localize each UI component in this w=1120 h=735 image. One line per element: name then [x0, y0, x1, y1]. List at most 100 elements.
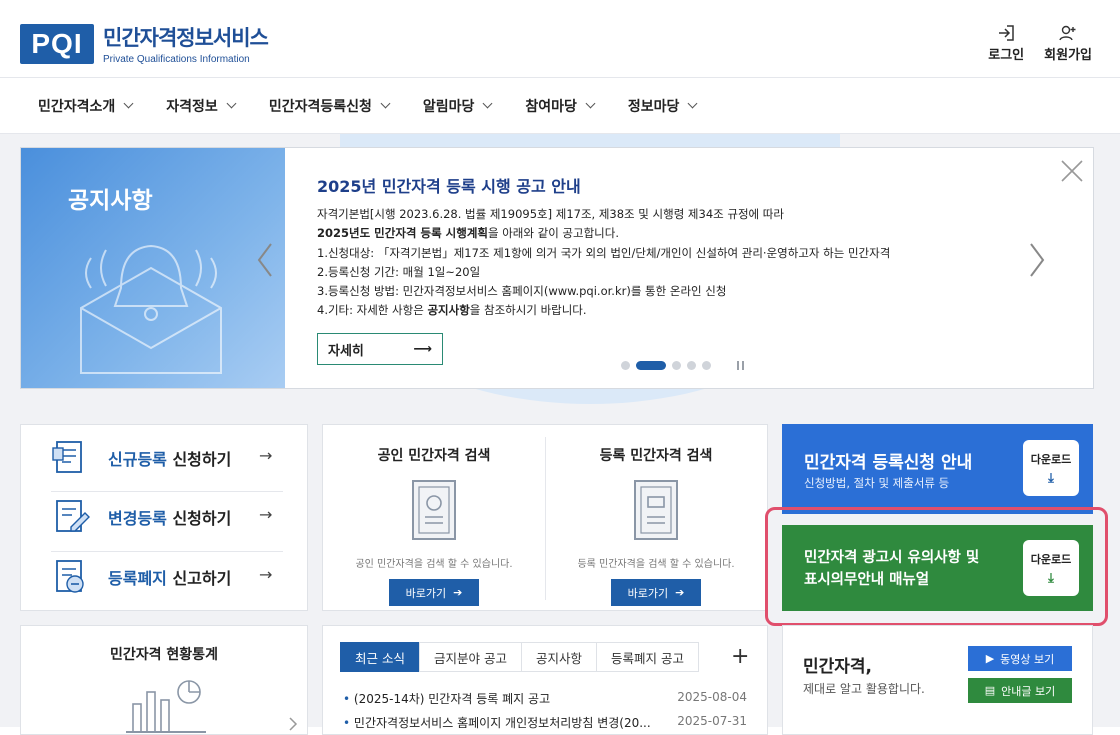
arrow-right-icon: → [259, 505, 273, 524]
more-button[interactable]: 자세히 ⟶ [317, 333, 443, 365]
download-guide-button[interactable]: 다운로드 ⤓ [1023, 440, 1079, 496]
chevron-down-icon [123, 98, 134, 109]
document-certificate-icon [634, 480, 678, 540]
slide-dot-active[interactable] [636, 361, 666, 370]
registration-guide-title: 민간자격 등록신청 안내 [804, 453, 973, 473]
search-card: 공인 민간자격 검색 공인 민간자격을 검색 할 수 있습니다. 바로가기 ➔ 등… [322, 424, 768, 611]
list-item[interactable]: 민간자격정보서비스 홈페이지 개인정보처리방침 변경(20... 2025-07… [343, 714, 747, 731]
cancel-registration-link[interactable]: 등록폐지 신고하기 → [51, 557, 281, 597]
slide-dot[interactable] [687, 361, 696, 370]
slide-dot[interactable] [702, 361, 711, 370]
notice-banner: 공지사항 2025년 민간자격 등록 시행 공고 안내 자격기본법[시행 202… [20, 147, 1094, 389]
utility-subtitle: 제대로 알고 활용합니다. [803, 682, 925, 696]
certified-search-desc: 공인 민간자격을 검색 할 수 있습니다. [355, 559, 513, 570]
login-label: 로그인 [988, 48, 1025, 63]
notice-body: 자격기본법[시행 2023.6.28. 법률 제19095호] 제17조, 제3… [317, 205, 890, 321]
document-edit-icon [56, 500, 90, 532]
bell-envelope-icon [80, 244, 222, 374]
user-add-icon [1058, 22, 1078, 44]
registration-guide-panel: 민간자격 등록신청 안내 신청방법, 절차 및 제출서류 등 다운로드 ⤓ [782, 424, 1093, 514]
change-registration-link[interactable]: 변경등록 신청하기 → [51, 497, 281, 537]
notice-line: 3.등록신청 방법: 민간자격정보서비스 홈페이지(www.pqi.or.kr)… [317, 284, 727, 299]
registered-search: 등록 민간자격 검색 등록 민간자격을 검색 할 수 있습니다. 바로가기 ➔ [545, 425, 767, 614]
site-logo[interactable]: PQI 민간자격정보서비스 Private Qualifications Inf… [20, 22, 269, 65]
stats-card[interactable]: 민간자격 현황통계 [20, 625, 308, 735]
chevron-down-icon [585, 98, 596, 109]
signup-link[interactable]: 회원가입 [1044, 22, 1092, 63]
banner-next-button[interactable] [1021, 240, 1051, 280]
bar-chart-icon [126, 680, 206, 733]
banner-close-button[interactable] [1059, 158, 1085, 184]
chevron-down-icon [226, 98, 237, 109]
guide-button[interactable]: ▤ 안내글 보기 [968, 678, 1072, 703]
tab-prohibited-fields[interactable]: 금지분야 공고 [418, 642, 522, 672]
login-link[interactable]: 로그인 [988, 22, 1024, 63]
arrow-right-icon: ⟶ [413, 341, 432, 357]
registered-search-title: 등록 민간자격 검색 [599, 448, 713, 464]
nav-item-notices[interactable]: 알림마당 [423, 96, 493, 116]
more-news-plus-icon[interactable]: + [731, 644, 749, 669]
notice-line: 4.기타: 자세한 사항은 공지사항을 참조하시기 바랍니다. [317, 303, 587, 318]
logo-subtitle: Private Qualifications Information [103, 54, 250, 65]
nav-item-participation[interactable]: 참여마당 [525, 96, 596, 116]
chevron-down-icon [688, 98, 698, 109]
notice-line: 1.신청대상: 「자격기본법」제17조 제1항에 의거 국가 외의 법인/단체/… [317, 245, 891, 260]
tab-recent-news[interactable]: 최근 소식 [340, 642, 420, 672]
tab-cancellation-notices[interactable]: 등록폐지 공고 [595, 642, 699, 672]
notice-line: 자격기본법[시행 2023.6.28. 법률 제19095호] 제17조, 제3… [317, 207, 784, 221]
list-item[interactable]: (2025-14차) 민간자격 등록 폐지 공고 2025-08-04 [343, 690, 747, 707]
registration-guide-subtitle: 신청방법, 절차 및 제출서류 등 [804, 476, 950, 490]
stats-title: 민간자격 현황통계 [110, 647, 218, 663]
play-icon: ▶ [985, 652, 995, 665]
chevron-down-icon [380, 98, 391, 109]
chevron-right-icon [1030, 243, 1045, 277]
new-registration-link[interactable]: 신규등록 신청하기 → [51, 438, 281, 478]
site-header: PQI 민간자격정보서비스 Private Qualifications Inf… [0, 0, 1120, 78]
news-card: 최근 소식 금지분야 공고 공지사항 등록폐지 공고 + (2025-14차) … [322, 625, 768, 735]
banner-prev-button[interactable] [251, 240, 281, 280]
chevron-right-icon [289, 717, 298, 731]
nav-item-intro[interactable]: 민간자격소개 [38, 96, 134, 116]
utility-card: 민간자격, 제대로 알고 활용합니다. ▶ 동영상 보기 ▤ 안내글 보기 [782, 625, 1093, 735]
slide-dot[interactable] [672, 361, 681, 370]
utility-menu: 로그인 회원가입 [988, 22, 1092, 63]
close-icon [1061, 160, 1083, 182]
pause-icon[interactable] [737, 361, 744, 370]
utility-title: 민간자격, [803, 657, 873, 677]
certificate-icon [412, 480, 456, 540]
document-remove-icon [56, 560, 84, 593]
slide-dot[interactable] [621, 361, 630, 370]
arrow-right-icon: ➔ [675, 586, 685, 599]
document-icon: ▤ [984, 684, 996, 697]
certified-search-button[interactable]: 바로가기 ➔ [389, 579, 479, 606]
chevron-left-icon [257, 243, 272, 277]
registered-search-desc: 등록 민간자격을 검색 할 수 있습니다. [577, 559, 735, 570]
chevron-down-icon [482, 98, 493, 109]
notice-line: 2025년도 민간자격 등록 시행계획을 아래와 같이 공고합니다. [317, 226, 619, 241]
notice-title[interactable]: 2025년 민간자격 등록 시행 공고 안내 [317, 173, 581, 197]
logo-mark: PQI [20, 23, 94, 64]
logo-title: 민간자격정보서비스 [103, 26, 269, 50]
certified-search: 공인 민간자격 검색 공인 민간자격을 검색 할 수 있습니다. 바로가기 ➔ [323, 425, 545, 614]
arrow-right-icon: → [259, 565, 273, 584]
certified-search-title: 공인 민간자격 검색 [377, 448, 491, 464]
download-icon: ⤓ [1048, 470, 1054, 486]
nav-item-qualification-info[interactable]: 자격정보 [166, 96, 237, 116]
nav-item-information[interactable]: 정보마당 [628, 96, 698, 116]
registered-search-button[interactable]: 바로가기 ➔ [611, 579, 701, 606]
divider [51, 491, 283, 492]
nav-item-registration[interactable]: 민간자격등록신청 [269, 96, 391, 116]
slide-indicators [621, 361, 744, 370]
arrow-right-icon: → [259, 446, 273, 465]
login-icon [996, 22, 1016, 44]
video-button[interactable]: ▶ 동영상 보기 [968, 646, 1072, 671]
highlight-frame [765, 507, 1108, 626]
tab-notices[interactable]: 공지사항 [520, 642, 597, 672]
arrow-right-icon: ➔ [453, 586, 463, 599]
notice-line: 2.등록신청 기간: 매월 1일~20일 [317, 264, 481, 279]
divider [51, 551, 283, 552]
registration-card: 신규등록 신청하기 → 변경등록 신청하기 → 등록폐지 신고하기 → [20, 424, 308, 611]
banner-visual: 공지사항 [21, 148, 285, 388]
document-form-icon [52, 441, 82, 473]
news-tabs: 최근 소식 금지분야 공고 공지사항 등록폐지 공고 [340, 642, 699, 672]
